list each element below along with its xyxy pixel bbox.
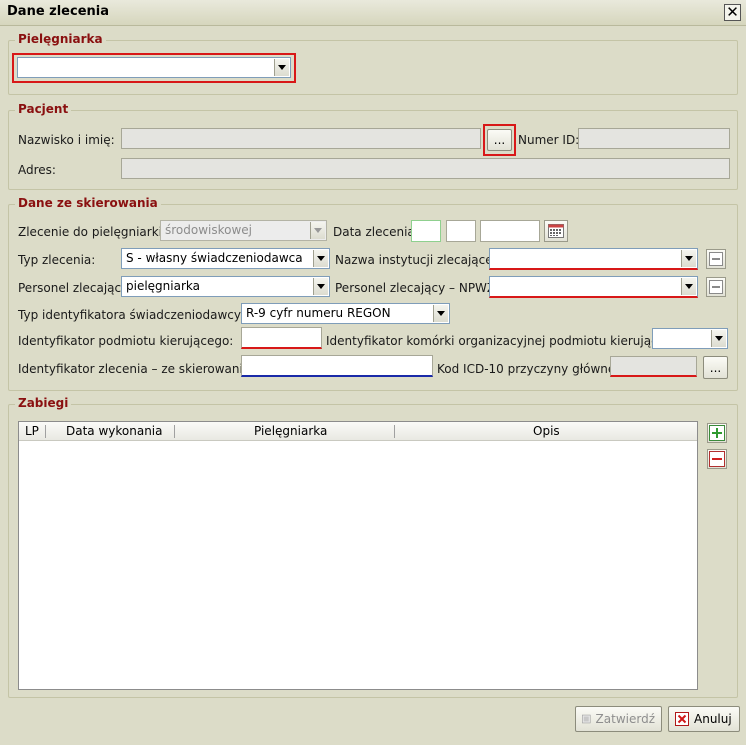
icd-browse-button[interactable]: ... [703,356,728,379]
chevron-down-icon[interactable] [711,330,726,347]
remove-procedure-button[interactable] [707,449,727,469]
referring-id-label: Identyfikator podmiotu kierującego: [18,334,234,348]
referring-unit-label: Identyfikator komórki organizacyjnej pod… [326,334,685,348]
chevron-down-icon[interactable] [433,305,448,322]
chevron-down-icon[interactable] [313,278,328,295]
staff-npwz-select[interactable] [489,276,698,298]
order-type-select[interactable]: S - własny świadczeniodawca [121,248,330,269]
confirm-button[interactable]: Zatwierdź [575,706,662,732]
referring-unit-select[interactable] [652,328,728,349]
chevron-down-icon[interactable] [681,278,696,295]
window-title: Dane zlecenia [7,4,110,19]
chevron-down-icon[interactable] [681,250,696,267]
cancel-icon [675,712,689,726]
patient-address-label: Adres: [18,163,56,177]
institution-clear-button[interactable] [706,249,726,269]
order-for-value: środowiskowej [165,223,253,237]
chevron-down-icon[interactable] [274,59,289,76]
column-separator[interactable] [174,425,175,438]
order-id-input[interactable] [241,355,433,377]
order-for-label: Zlecenie do pielęgniarki [18,225,163,239]
chevron-down-icon [310,222,325,239]
calendar-button[interactable] [544,220,568,242]
procedures-table-header: LP Data wykonania Pielęgniarka Opis [19,422,697,441]
add-procedure-button[interactable] [707,423,727,443]
nurse-select[interactable] [17,57,291,78]
column-separator[interactable] [45,425,46,438]
staff-npwz-clear-button[interactable] [706,277,726,297]
order-for-select: środowiskowej [160,220,327,241]
procedures-group-legend: Zabiegi [15,396,72,410]
cancel-button[interactable]: Anuluj [668,706,740,732]
column-header-description[interactable]: Opis [533,424,560,438]
minus-icon [709,280,723,294]
staff-value: pielęgniarka [126,279,200,293]
column-separator[interactable] [394,425,395,438]
column-header-date[interactable]: Data wykonania [66,424,163,438]
title-bar: Dane zlecenia ✕ [0,0,746,26]
column-header-lp[interactable]: LP [25,424,39,438]
order-id-label: Identyfikator zlecenia – ze skierowania: [18,362,255,376]
order-date-day[interactable] [411,220,441,242]
referring-id-input[interactable] [241,327,322,349]
order-type-value: S - własny świadczeniodawca [126,251,303,265]
confirm-button-label: Zatwierdź [595,712,655,726]
patient-id-field[interactable] [578,128,730,149]
provider-id-type-value: R-9 cyfr numeru REGON [246,306,391,320]
staff-label: Personel zlecający: [18,281,132,295]
icd-label: Kod ICD-10 przyczyny głównej: [437,362,623,376]
order-date-label: Data zlecenia: [333,225,419,239]
procedures-table[interactable]: LP Data wykonania Pielęgniarka Opis [18,421,698,690]
staff-select[interactable]: pielęgniarka [121,276,330,297]
referral-group-legend: Dane ze skierowania [15,196,161,210]
close-icon: ✕ [726,3,739,21]
chevron-down-icon[interactable] [313,250,328,267]
icd-field[interactable] [610,356,697,377]
provider-id-type-select[interactable]: R-9 cyfr numeru REGON [241,303,450,324]
order-date-year[interactable] [480,220,540,242]
cancel-button-label: Anuluj [694,712,732,726]
order-date-month[interactable] [446,220,476,242]
column-header-nurse[interactable]: Pielęgniarka [254,424,327,438]
staff-npwz-label: Personel zlecający – NPWZ: [335,281,500,295]
patient-browse-button[interactable]: ... [487,129,512,151]
provider-id-type-label: Typ identyfikatora świadczeniodawcy: [18,308,245,322]
minus-icon [709,252,723,266]
order-type-label: Typ zlecenia: [18,253,96,267]
confirm-icon [582,714,591,724]
patient-group-legend: Pacjent [15,102,72,116]
nurse-group-legend: Pielęgniarka [15,32,106,46]
minus-icon [709,451,725,467]
patient-name-field[interactable] [121,128,481,149]
patient-id-label: Numer ID: [518,133,580,147]
institution-label: Nazwa instytucji zlecającej: [335,253,501,267]
patient-name-label: Nazwisko i imię: [18,133,115,147]
patient-address-field[interactable] [121,158,730,179]
plus-icon [709,425,725,441]
institution-select[interactable] [489,248,698,270]
calendar-icon [548,224,564,238]
close-button[interactable]: ✕ [724,4,741,21]
